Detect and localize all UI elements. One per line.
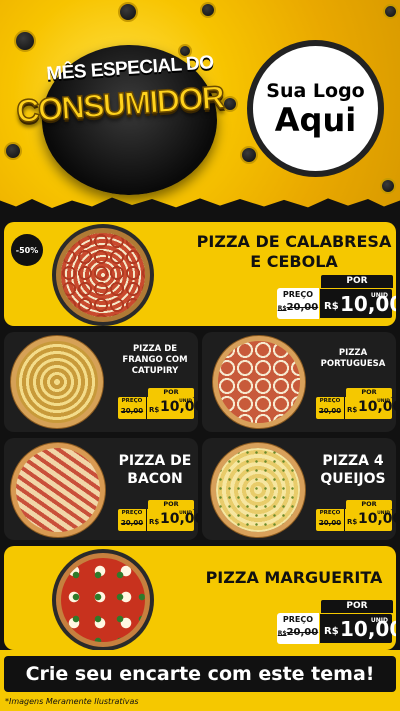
old-price-box: PREÇO R$20,00 — [277, 288, 319, 319]
old-price-box: PREÇO 20,00 — [316, 397, 344, 419]
coin-icon — [240, 146, 258, 164]
por-label: POR — [346, 500, 392, 509]
disclaimer-text: *Imagens Meramente Ilustrativas — [5, 697, 139, 706]
old-price-box: PREÇO 20,00 — [118, 397, 146, 419]
por-label: POR — [321, 275, 393, 288]
price-tag: POR PREÇO 20,00 R$ 10,00 UNID — [118, 388, 198, 422]
preco-label: PREÇO — [121, 510, 143, 516]
old-price-value: 20,00 — [286, 302, 319, 313]
por-label: POR — [148, 388, 194, 397]
preco-label: PREÇO — [282, 290, 314, 299]
product-name: PIZZA PORTUGUESA — [312, 348, 394, 370]
torn-edge — [0, 197, 400, 215]
old-price-box: PREÇO R$20,00 — [277, 613, 319, 644]
pizza-image — [16, 448, 100, 532]
old-price: R$20,00 — [277, 302, 319, 313]
coin-icon — [4, 142, 22, 160]
price-tag: POR PREÇO R$20,00 R$ 10,00 UNID — [277, 600, 396, 650]
old-price: 20,00 — [120, 407, 144, 415]
product-name-line-1: PIZZA DE — [118, 453, 192, 469]
pizza-image — [218, 341, 300, 423]
por-label: POR — [346, 388, 392, 397]
product-name-line-2: E CEBOLA — [250, 252, 338, 271]
currency: R$ — [347, 406, 358, 414]
preco-label: PREÇO — [319, 510, 341, 516]
price-tag: POR PREÇO 20,00 R$ 10,00 UNID — [316, 500, 396, 534]
preco-label: PREÇO — [121, 398, 143, 404]
product-name: PIZZA MARGUERITA — [205, 568, 383, 587]
unit-label: UNID — [370, 292, 388, 299]
por-label: POR — [148, 500, 194, 509]
old-price-value: 20,00 — [286, 627, 319, 638]
unit-label: UNID — [377, 511, 390, 516]
new-price-box: R$ 10,00 UNID — [146, 509, 198, 531]
product-card-4-queijos: PIZZA 4 QUEIJOS POR PREÇO 20,00 R$ 10,00… — [202, 438, 396, 540]
unit-label: UNID — [377, 399, 390, 404]
new-price-box: R$ 10,00 UNID — [146, 397, 198, 419]
price-tag: POR PREÇO R$20,00 R$ 10,00 UNID — [277, 275, 396, 326]
product-name-line-2: BACON — [127, 471, 183, 487]
pizza-image — [216, 448, 300, 532]
unit-label: UNID — [179, 399, 192, 404]
product-name: PIZZA DE FRANGO COM CATUPIRY — [114, 344, 196, 377]
product-name-line-1: PIZZA DE — [132, 344, 178, 354]
coin-icon — [14, 30, 36, 52]
product-name-line-2: FRANGO COM — [122, 355, 188, 365]
cta-banner[interactable]: Crie seu encarte com este tema! — [4, 656, 396, 692]
header-banner: MÊS ESPECIAL DO CONSUMIDOR Sua Logo Aqui — [0, 0, 400, 215]
product-name-line-1: PIZZA — [338, 348, 368, 358]
new-price-box: R$ 10,00 UNID — [344, 509, 396, 531]
pizza-image — [61, 558, 145, 642]
unit-label: UNID — [370, 617, 388, 624]
currency: R$ — [347, 518, 358, 526]
old-currency: R$ — [277, 305, 287, 312]
product-name-line-1: PIZZA 4 — [322, 453, 384, 469]
price-tag: POR PREÇO 20,00 R$ 10,00 UNID — [316, 388, 396, 422]
new-price-box: R$ 10,00 UNID — [319, 613, 396, 644]
new-price-box: R$ 10,00 UNID — [319, 288, 396, 319]
product-name-line-3: CATUPIRY — [131, 366, 179, 376]
pizza-image — [61, 233, 145, 317]
old-price: 20,00 — [120, 519, 144, 527]
preco-label: PREÇO — [282, 615, 314, 624]
coin-icon — [383, 4, 398, 19]
currency: R$ — [149, 518, 160, 526]
product-name-line-1: PIZZA DE CALABRESA — [196, 232, 392, 251]
coin-icon — [200, 2, 216, 18]
product-name-line-2: PORTUGUESA — [320, 359, 386, 369]
coin-icon — [380, 178, 396, 194]
coin-icon — [118, 2, 138, 22]
logo-line-2: Aqui — [274, 100, 357, 139]
discount-badge: -50% — [11, 234, 43, 266]
currency: R$ — [324, 301, 339, 312]
pizza-image — [16, 341, 98, 423]
currency: R$ — [149, 406, 160, 414]
price-tag: POR PREÇO 20,00 R$ 10,00 UNID — [118, 500, 198, 534]
unit-label: UNID — [179, 511, 192, 516]
old-price-box: PREÇO 20,00 — [118, 509, 146, 531]
product-name: PIZZA 4 QUEIJOS — [310, 452, 396, 488]
product-card-frango: PIZZA DE FRANGO COM CATUPIRY POR PREÇO 2… — [4, 332, 198, 432]
product-card-calabresa: -50% PIZZA DE CALABRESA E CEBOLA POR PRE… — [4, 222, 396, 326]
product-name: PIZZA DE BACON — [112, 452, 198, 488]
product-card-marguerita: PIZZA MARGUERITA POR PREÇO R$20,00 R$ 10… — [4, 546, 396, 650]
logo-placeholder: Sua Logo Aqui — [247, 40, 384, 177]
product-card-portuguesa: PIZZA PORTUGUESA POR PREÇO 20,00 R$ 10,0… — [202, 332, 396, 432]
product-name-line-2: QUEIJOS — [320, 471, 386, 487]
logo-line-1: Sua Logo — [266, 79, 365, 102]
currency: R$ — [324, 626, 339, 637]
preco-label: PREÇO — [319, 398, 341, 404]
por-label: POR — [321, 600, 393, 613]
old-price-box: PREÇO 20,00 — [316, 509, 344, 531]
old-price: 20,00 — [318, 519, 342, 527]
old-currency: R$ — [277, 630, 287, 637]
product-name: PIZZA DE CALABRESA E CEBOLA — [194, 232, 394, 272]
product-card-bacon: PIZZA DE BACON POR PREÇO 20,00 R$ 10,00 … — [4, 438, 198, 540]
new-price-box: R$ 10,00 UNID — [344, 397, 396, 419]
old-price: R$20,00 — [277, 627, 319, 638]
old-price: 20,00 — [318, 407, 342, 415]
